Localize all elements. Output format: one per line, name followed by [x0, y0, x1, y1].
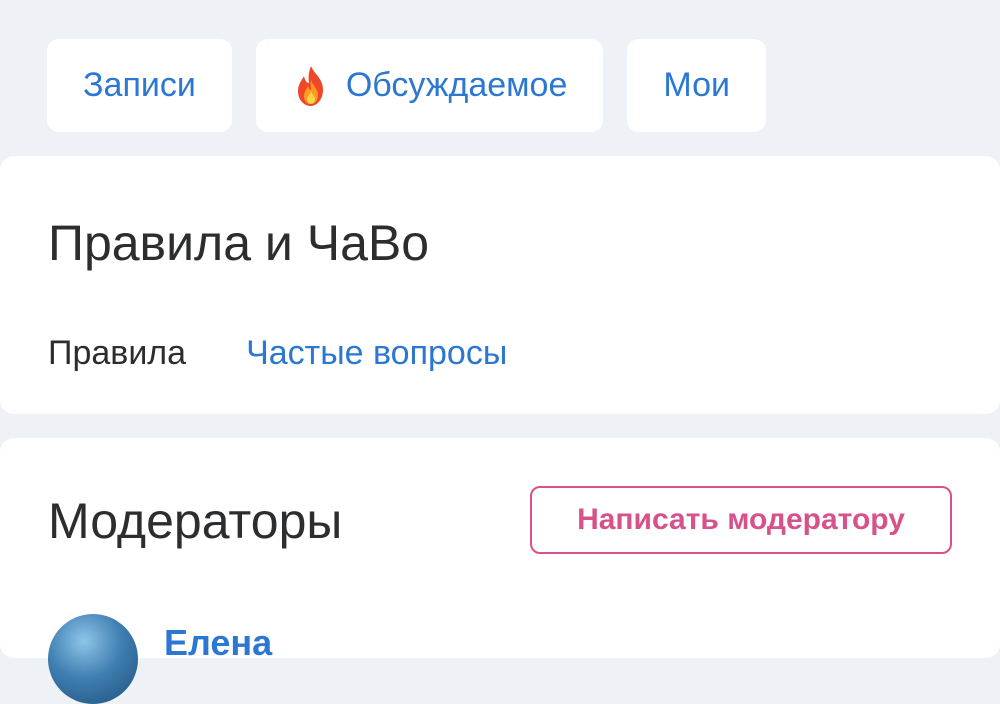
rules-card-title: Правила и ЧаВо: [48, 215, 430, 271]
flame-icon: [297, 65, 323, 106]
rules-link[interactable]: Правила: [48, 334, 186, 373]
avatar[interactable]: [48, 614, 138, 704]
faq-link[interactable]: Частые вопросы: [246, 334, 507, 373]
moderators-card: Модераторы Написать модератору Елена: [0, 438, 1000, 704]
feed-tabs: Записи Обсуждаемое Мои: [47, 39, 766, 132]
moderators-card-title: Модераторы: [48, 493, 343, 549]
write-moderator-button[interactable]: Написать модератору: [530, 486, 952, 554]
moderator-name[interactable]: Елена: [164, 622, 272, 664]
tab-mine[interactable]: Мои: [627, 39, 766, 132]
tab-discussed-label: Обсуждаемое: [345, 66, 568, 104]
rules-faq-card: Правила и ЧаВо Правила Частые вопросы: [0, 156, 1000, 414]
tab-mine-label: Мои: [663, 66, 730, 104]
tab-posts-label: Записи: [83, 66, 196, 104]
tab-posts[interactable]: Записи: [47, 39, 232, 132]
rules-links: Правила Частые вопросы: [48, 334, 507, 373]
tab-discussed[interactable]: Обсуждаемое: [255, 39, 604, 132]
